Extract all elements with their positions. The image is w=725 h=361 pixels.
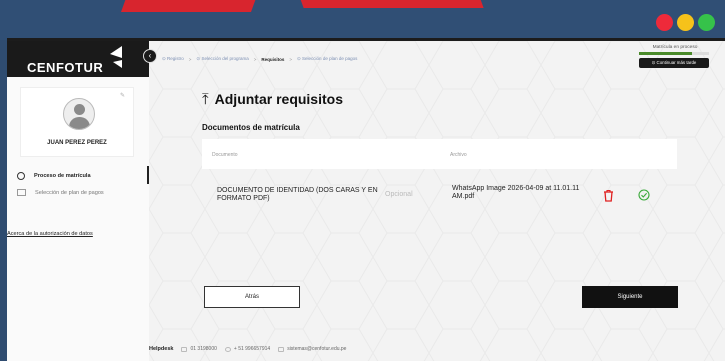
breadcrumb-separator: > xyxy=(289,56,293,62)
breadcrumb-separator: > xyxy=(188,56,192,62)
mail-icon xyxy=(278,346,285,352)
minimize-window-button[interactable] xyxy=(677,14,694,31)
phone-icon xyxy=(181,346,188,352)
status-label: Matrícula en proceso xyxy=(652,45,698,50)
avatar-body xyxy=(69,117,90,129)
back-button[interactable]: Atrás xyxy=(204,286,300,308)
column-header-file: Archivo xyxy=(450,152,467,158)
section-title: Documentos de matrícula xyxy=(202,123,300,132)
logo-mark-icon xyxy=(110,46,122,68)
close-window-button[interactable] xyxy=(656,14,673,31)
whatsapp-number: + 51 996657914 xyxy=(233,346,271,352)
collapse-sidebar-button[interactable]: ‹ xyxy=(143,49,157,63)
next-button[interactable]: Siguiente xyxy=(582,286,678,308)
whatsapp-icon xyxy=(224,346,231,352)
avatar xyxy=(63,98,95,130)
circle-icon xyxy=(17,172,25,180)
profile-card: ✎ JUAN PEREZ PEREZ xyxy=(20,87,134,157)
sidebar: CENFOTUR ✎ JUAN PEREZ PEREZ Proceso de m… xyxy=(7,41,149,361)
document-name: DOCUMENTO DE IDENTIDAD (DOS CARAS Y EN F… xyxy=(217,187,378,202)
data-authorization-link[interactable]: Acerca de la autorización de datos xyxy=(7,231,93,237)
helpdesk-whatsapp[interactable]: + 51 996657914 xyxy=(224,346,271,352)
maximize-window-button[interactable] xyxy=(698,14,715,31)
main-content: ⊙ Registro > ⊙ Selección del programa > … xyxy=(149,41,725,361)
breadcrumb: ⊙ Registro > ⊙ Selección del programa > … xyxy=(162,56,357,62)
uploaded-file-name[interactable]: WhatsApp Image 2026-04-09 at 11.01.11 AM… xyxy=(452,185,602,201)
edit-profile-icon[interactable]: ✎ xyxy=(120,92,125,99)
breadcrumb-plan-pagos[interactable]: ⊙ Selección de plan de pagos xyxy=(297,56,357,62)
progress-fill xyxy=(639,52,692,55)
breadcrumb-requisitos: Requisitos xyxy=(261,56,285,62)
helpdesk-bar: Helpdesk 01 3198000 + 51 996657914 siste… xyxy=(149,346,346,352)
optional-badge: Opcional xyxy=(385,191,413,198)
table-row: DOCUMENTO DE IDENTIDAD (DOS CARAS Y EN F… xyxy=(202,177,677,217)
sidebar-item-label: Proceso de matrícula xyxy=(34,173,91,179)
trash-icon[interactable] xyxy=(602,189,615,202)
table-header: Documento Archivo xyxy=(202,139,677,169)
helpdesk-phone[interactable]: 01 3198000 xyxy=(181,346,217,352)
enrollment-status: Matrícula en proceso ⊙ Continuar más tar… xyxy=(639,45,711,68)
app-window: CENFOTUR ✎ JUAN PEREZ PEREZ Proceso de m… xyxy=(7,38,725,361)
breadcrumb-registro[interactable]: ⊙ Registro xyxy=(162,56,184,62)
profile-name: JUAN PEREZ PEREZ xyxy=(47,140,107,146)
email-address: sistemas@cenfotur.edu.pe xyxy=(287,346,347,352)
logo-text: CENFOTUR xyxy=(27,60,104,75)
continue-later-button[interactable]: ⊙ Continuar más tarde xyxy=(639,58,709,68)
breadcrumb-separator: > xyxy=(253,56,257,62)
grid-icon xyxy=(17,189,26,196)
upload-icon: ⤒ xyxy=(202,90,209,108)
avatar-head xyxy=(74,104,85,115)
sidebar-item-proceso-matricula[interactable]: Proceso de matrícula xyxy=(17,172,91,180)
progress-bar xyxy=(639,52,709,55)
decorative-red-band xyxy=(120,0,260,12)
page-title-text: Adjuntar requisitos xyxy=(214,91,343,107)
column-header-document: Documento xyxy=(212,152,238,158)
logo: CENFOTUR xyxy=(7,41,149,77)
page-title: ⤒ Adjuntar requisitos xyxy=(202,91,343,107)
phone-number: 01 3198000 xyxy=(190,346,217,352)
decorative-red-band xyxy=(296,0,484,8)
helpdesk-email[interactable]: sistemas@cenfotur.edu.pe xyxy=(278,346,346,352)
sidebar-item-label: Selección de plan de pagos xyxy=(35,189,104,196)
sidebar-item-plan-pagos[interactable]: Selección de plan de pagos xyxy=(17,189,104,196)
check-circle-icon xyxy=(638,189,650,201)
window-controls xyxy=(656,14,715,31)
helpdesk-label: Helpdesk xyxy=(149,346,174,352)
breadcrumb-seleccion-programa[interactable]: ⊙ Selección del programa xyxy=(196,56,248,62)
